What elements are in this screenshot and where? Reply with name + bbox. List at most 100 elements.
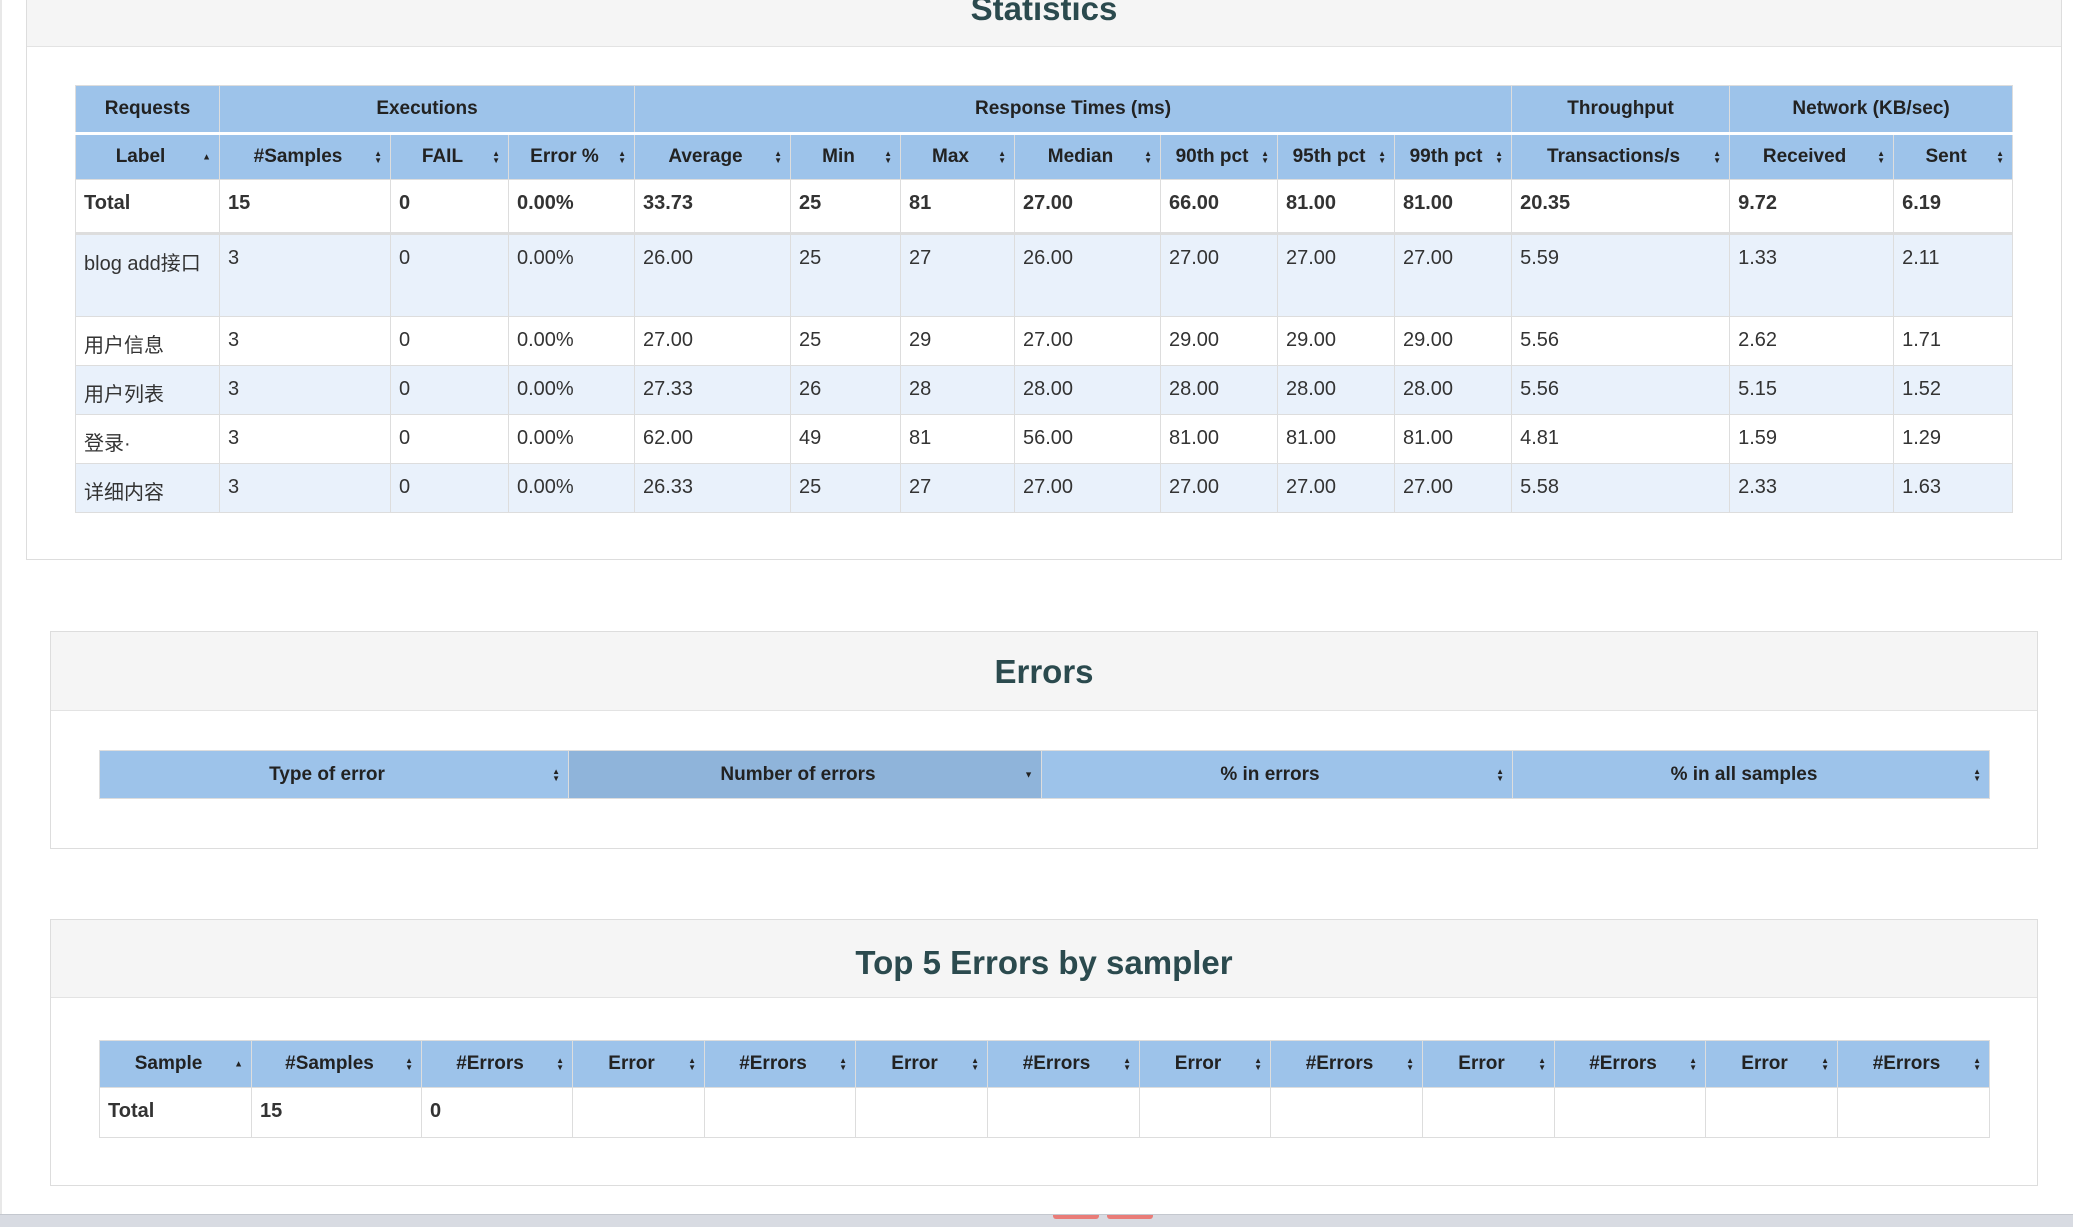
group-header-network: Network (KB/sec)	[1729, 85, 2014, 135]
table-cell: 25	[790, 316, 901, 366]
statistics-header-sent-13[interactable]: Sent ▲ ▼	[1893, 133, 2014, 180]
sort-both-icon: ▲ ▼	[1713, 149, 1722, 165]
top5-header-num-errors-10[interactable]: #Errors ▲ ▼	[1554, 1040, 1706, 1088]
statistics-header-min-5[interactable]: Min ▲ ▼	[790, 133, 901, 180]
table-cell: 3	[219, 316, 391, 366]
table-cell: 5.56	[1511, 316, 1731, 366]
statistics-header-label: 99th pct	[1409, 146, 1483, 167]
errors-panel-heading: Errors	[51, 632, 2037, 711]
table-cell: 0.00%	[508, 365, 635, 415]
table-cell: 用户列表	[75, 365, 220, 415]
top5-header-sample[interactable]: Sample ▲	[99, 1040, 252, 1088]
table-row: 用户列表 3 0 0.00% 27.33 26 28 28.00 28.00 28.00 28.00…	[75, 365, 2014, 415]
statistics-header-max-6[interactable]: Max ▲ ▼	[900, 133, 1015, 180]
statistics-header-fail-2[interactable]: FAIL ▲ ▼	[390, 133, 509, 180]
errors-header-number-of-errors-1[interactable]: Number of errors ▼	[568, 750, 1042, 799]
table-cell	[1139, 1087, 1271, 1138]
top5-header-error-11[interactable]: Error ▲ ▼	[1705, 1040, 1838, 1088]
errors-header-type-of-error[interactable]: Type of error ▲ ▼	[99, 750, 569, 799]
statistics-header-received-12[interactable]: Received ▲ ▼	[1729, 133, 1895, 180]
statistics-header-average-4[interactable]: Average ▲ ▼	[634, 133, 791, 180]
table-cell	[855, 1087, 988, 1138]
top5-errors-panel: Top 5 Errors by sampler Sample ▲ #Samples ▲…	[50, 919, 2038, 1186]
statistics-header-transactions-s-11[interactable]: Transactions/s ▲ ▼	[1511, 133, 1731, 180]
table-row: 详细内容 3 0 0.00% 26.33 25 27 27.00 27.00 27.00 27.00…	[75, 463, 2014, 513]
top5-header-error-9[interactable]: Error ▲ ▼	[1422, 1040, 1555, 1088]
table-cell: 27	[900, 233, 1015, 317]
table-cell: 25	[790, 233, 901, 317]
statistics-header-95th-pct-9[interactable]: 95th pct ▲ ▼	[1277, 133, 1395, 180]
table-cell: 81.00	[1393, 414, 1513, 464]
table-cell: 2.33	[1729, 463, 1895, 513]
top5-header-error-5[interactable]: Error ▲ ▼	[855, 1040, 988, 1088]
top5-header-num-errors-6[interactable]: #Errors ▲ ▼	[987, 1040, 1140, 1088]
scroll-marker-1	[1053, 1215, 1099, 1219]
table-cell: 1.52	[1893, 365, 2014, 415]
sort-both-icon: ▲ ▼	[1406, 1056, 1414, 1072]
top5-header-error-7[interactable]: Error ▲ ▼	[1139, 1040, 1271, 1088]
table-cell: 28.00	[1393, 365, 1513, 415]
top5-header-label: Error	[1741, 1053, 1788, 1074]
sort-both-icon: ▲ ▼	[1973, 1056, 1981, 1072]
statistics-header-median-7[interactable]: Median ▲ ▼	[1014, 133, 1161, 180]
table-cell: 27.00	[1277, 463, 1395, 513]
table-cell: 1.29	[1893, 414, 2014, 464]
total-row: Total 15 0	[99, 1087, 1990, 1138]
table-cell: 26	[790, 365, 901, 415]
table-cell: 29.00	[1160, 316, 1278, 366]
table-cell: 27.00	[1160, 463, 1278, 513]
top5-header-label: Error	[608, 1053, 655, 1074]
table-row: blog add接口 3 0 0.00% 26.00 25 27 26.00 27.00 27.0…	[75, 233, 2014, 317]
table-cell: 1.63	[1893, 463, 2014, 513]
table-cell: 26.00	[1014, 233, 1161, 317]
table-cell: 详细内容	[75, 463, 220, 513]
statistics-header-90th-pct-8[interactable]: 90th pct ▲ ▼	[1160, 133, 1278, 180]
statistics-header-num-samples-1[interactable]: #Samples ▲ ▼	[219, 133, 391, 180]
table-cell: 49	[790, 414, 901, 464]
table-cell: 4.81	[1511, 414, 1731, 464]
sort-both-icon: ▲ ▼	[1538, 1056, 1546, 1072]
statistics-header-label: Max	[932, 146, 969, 167]
statistics-header-label: 90th pct	[1175, 146, 1249, 167]
table-cell: 3	[219, 365, 391, 415]
top5-header-error-3[interactable]: Error ▲ ▼	[572, 1040, 705, 1088]
sort-both-icon: ▲ ▼	[556, 1056, 564, 1072]
window-bottom-scrollbar[interactable]	[0, 1214, 2073, 1227]
statistics-header-label[interactable]: Label ▲	[75, 133, 220, 180]
sort-both-icon: ▲ ▼	[1254, 1056, 1262, 1072]
table-cell: Total	[75, 179, 220, 235]
statistics-header-error-pct-3[interactable]: Error % ▲ ▼	[508, 133, 635, 180]
sort-both-icon: ▲ ▼	[774, 149, 782, 165]
top5-header-label: Error	[1174, 1053, 1222, 1074]
statistics-header-99th-pct-10[interactable]: 99th pct ▲ ▼	[1393, 133, 1513, 180]
table-cell: 81.00	[1277, 179, 1395, 235]
errors-header-pct-in-errors-2[interactable]: % in errors ▲ ▼	[1041, 750, 1513, 799]
errors-header-pct-in-all-samples-3[interactable]: % in all samples ▲ ▼	[1512, 750, 1990, 799]
top5-header-label: #Errors	[456, 1053, 524, 1074]
top5-header-num-errors-12[interactable]: #Errors ▲ ▼	[1837, 1040, 1990, 1088]
top5-header-num-errors-8[interactable]: #Errors ▲ ▼	[1270, 1040, 1423, 1088]
top5-header-label: #Errors	[1872, 1053, 1941, 1074]
table-cell: 登录·	[75, 414, 220, 464]
sort-both-icon: ▲ ▼	[1496, 766, 1504, 783]
table-cell: 33.73	[634, 179, 791, 235]
top5-header-num-samples-1[interactable]: #Samples ▲ ▼	[251, 1040, 422, 1088]
sort-both-icon: ▲ ▼	[618, 149, 626, 165]
table-cell: 5.15	[1729, 365, 1895, 415]
errors-header-label: % in errors	[1220, 763, 1320, 785]
table-cell: 5.58	[1511, 463, 1731, 513]
total-row: Total 15 0 0.00% 33.73 25 81 27.00 66.00 81.00 81.…	[75, 179, 2014, 235]
table-cell: 3	[219, 414, 391, 464]
table-cell: 1.59	[1729, 414, 1895, 464]
statistics-header-label: Received	[1762, 146, 1847, 167]
top5-header-num-errors-4[interactable]: #Errors ▲ ▼	[704, 1040, 856, 1088]
errors-table: Type of error ▲ ▼ Number of errors ▼ % in err…	[99, 750, 1990, 799]
table-cell: 28.00	[1277, 365, 1395, 415]
table-cell: 0	[390, 414, 509, 464]
table-cell: 0.00%	[508, 414, 635, 464]
table-cell	[987, 1087, 1140, 1138]
top5-header-num-errors-2[interactable]: #Errors ▲ ▼	[421, 1040, 573, 1088]
table-cell	[1554, 1087, 1706, 1138]
sort-both-icon: ▲ ▼	[1689, 1056, 1697, 1072]
table-cell: 0	[390, 316, 509, 366]
